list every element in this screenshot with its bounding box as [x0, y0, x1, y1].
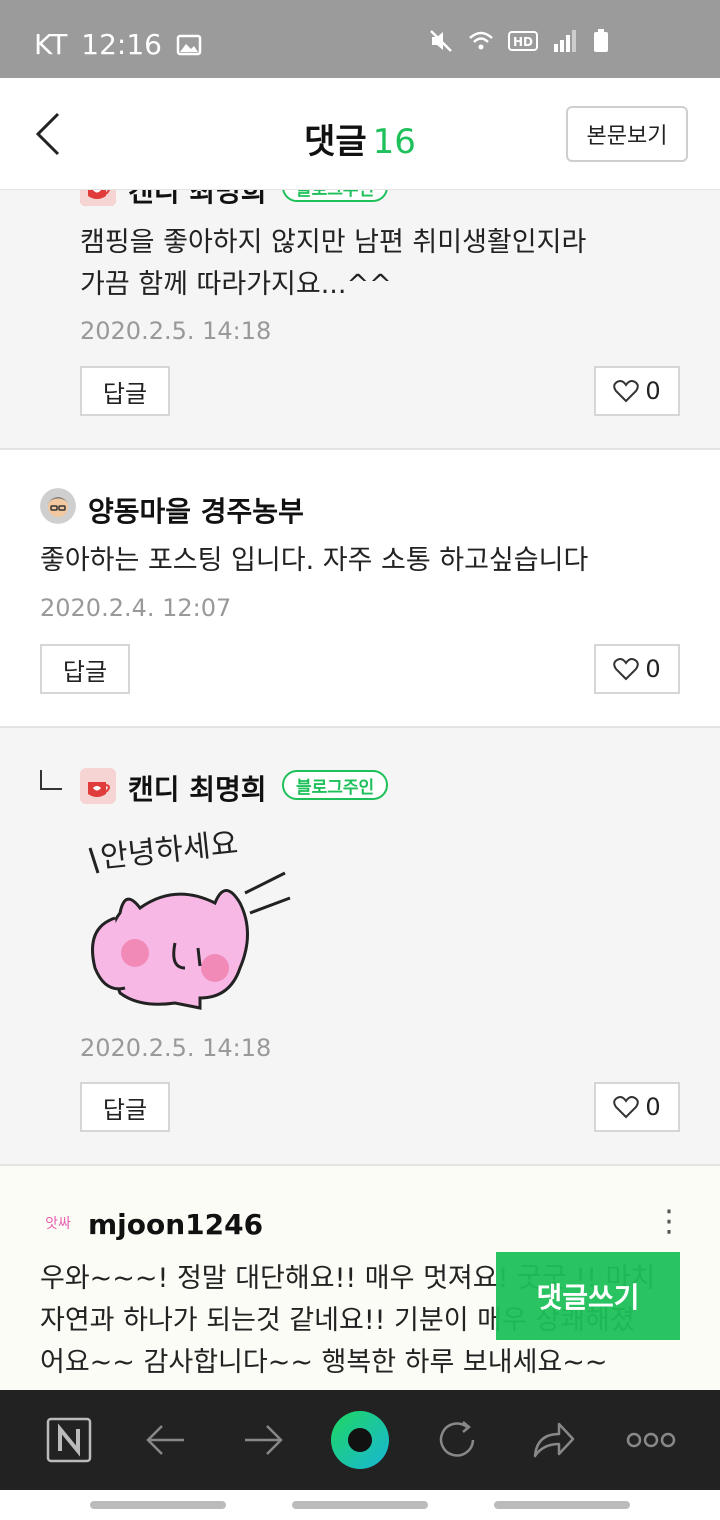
comment-item: 양동마을 경주농부 좋아하는 포스팅 입니다. 자주 소통 하고싶습니다 202… — [0, 450, 720, 728]
browser-toolbar — [0, 1390, 720, 1490]
comment-date: 2020.2.5. 14:18 — [80, 1034, 272, 1062]
sticker-image: 안녕하세요 — [80, 818, 300, 1018]
like-button[interactable]: 0 — [594, 644, 680, 694]
status-left: KT 12:16 — [34, 28, 202, 61]
like-button[interactable]: 0 — [594, 366, 680, 416]
comment-text: 캠핑을 좋아하지 않지만 남편 취미생활인지라 가끔 함께 따라가지요...^^ — [80, 222, 586, 306]
like-count: 0 — [645, 1093, 661, 1121]
heart-icon — [613, 658, 640, 681]
svg-text:HD: HD — [513, 35, 533, 49]
reply-button[interactable]: 답글 — [80, 1082, 170, 1132]
more-icon[interactable] — [621, 1410, 681, 1470]
mute-icon — [430, 30, 452, 52]
owner-badge: 블로그주인 — [282, 190, 389, 202]
arrow-right-icon[interactable] — [233, 1410, 293, 1470]
more-options-icon[interactable]: ⋮ — [654, 1204, 684, 1239]
gallery-icon — [176, 34, 202, 55]
avatar: 앗싸 — [40, 1208, 76, 1238]
home-circle-icon[interactable] — [330, 1410, 390, 1470]
nav-pill[interactable] — [494, 1501, 630, 1509]
nav-pill[interactable] — [90, 1501, 226, 1509]
comment-date: 2020.2.4. 12:07 — [40, 594, 232, 622]
comment-text: 좋아하는 포스팅 입니다. 자주 소통 하고싶습니다 — [40, 540, 588, 582]
status-right: HD — [428, 28, 610, 54]
view-post-button[interactable]: 본문보기 — [566, 106, 688, 162]
avatar-text: 앗싸 — [45, 1216, 71, 1232]
status-bar: KT 12:16 HD — [0, 0, 720, 78]
clock: 12:16 — [81, 28, 162, 61]
comment-date: 2020.2.5. 14:18 — [80, 317, 272, 345]
hd-icon: HD — [508, 31, 538, 51]
system-nav-bar — [0, 1490, 720, 1520]
comment-author[interactable]: 캔디 최명희 — [128, 190, 267, 210]
share-icon[interactable] — [524, 1410, 584, 1470]
comment-author[interactable]: 캔디 최명희 — [128, 768, 267, 808]
comment-item: 캔디 최명희 블로그주인 안녕하세요 2020.2.5. 14:18 답글 0 — [0, 728, 720, 1166]
wifi-icon — [469, 31, 493, 50]
title-label: 댓글 — [304, 122, 367, 162]
comment-text-line: 좋아하는 포스팅 입니다. 자주 소통 하고싶습니다 — [40, 545, 589, 576]
sticker-text: 안녕하세요 — [99, 826, 240, 875]
heart-icon — [613, 380, 640, 403]
comment-item: 캔디 최명희 블로그주인 캠핑을 좋아하지 않지만 남편 취미생활인지라 가끔 … — [0, 190, 720, 450]
like-count: 0 — [645, 655, 661, 683]
like-button[interactable]: 0 — [594, 1082, 680, 1132]
comment-text-line: 가끔 함께 따라가지요...^^ — [80, 269, 392, 300]
reply-button[interactable]: 답글 — [80, 366, 170, 416]
comment-count: 16 — [372, 122, 416, 162]
comment-text-line: 어요~~ 감사합니다~~ 행복한 하루 보내세요~~ — [40, 1347, 608, 1378]
like-count: 0 — [645, 377, 661, 405]
write-comment-button[interactable]: 댓글쓰기 — [496, 1252, 680, 1340]
reply-indicator — [40, 770, 62, 790]
comment-author[interactable]: mjoon1246 — [88, 1208, 263, 1241]
avatar — [40, 488, 76, 524]
carrier-label: KT — [34, 28, 68, 61]
app-header: 댓글 16 본문보기 — [0, 78, 720, 190]
avatar — [80, 768, 116, 804]
comment-text-line: 캠핑을 좋아하지 않지만 남편 취미생활인지라 — [80, 227, 587, 258]
comment-list: 캔디 최명희 블로그주인 캠핑을 좋아하지 않지만 남편 취미생활인지라 가끔 … — [0, 190, 720, 1390]
heart-icon — [613, 1096, 640, 1119]
refresh-icon[interactable] — [427, 1410, 487, 1470]
avatar — [80, 190, 116, 206]
naver-n-icon[interactable] — [39, 1410, 99, 1470]
comment-author[interactable]: 양동마을 경주농부 — [88, 490, 304, 530]
arrow-left-icon[interactable] — [136, 1410, 196, 1470]
battery-icon — [594, 29, 608, 52]
owner-badge: 블로그주인 — [282, 770, 389, 800]
reply-button[interactable]: 답글 — [40, 644, 130, 694]
nav-pill[interactable] — [292, 1501, 428, 1509]
signal-icon — [554, 30, 576, 52]
